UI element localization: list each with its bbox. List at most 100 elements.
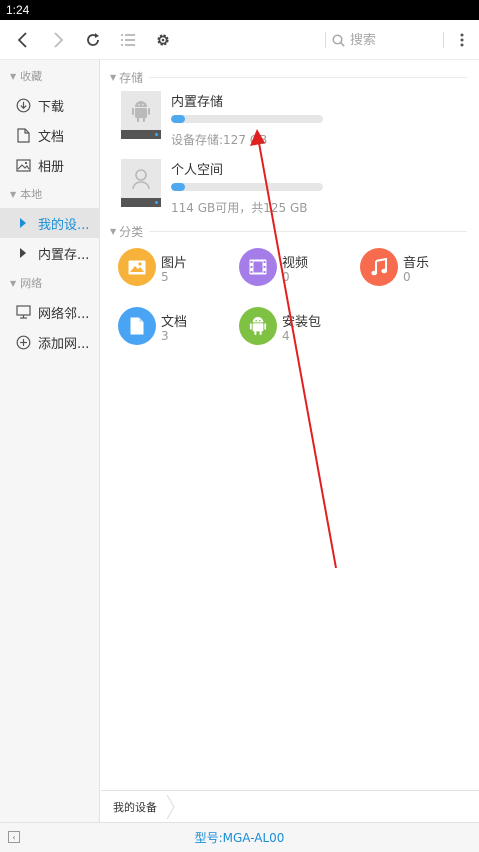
search-icon <box>332 33 345 47</box>
sidebar-item-internal-storage[interactable]: 内置存... <box>0 238 100 268</box>
storage-progress-bar <box>171 183 323 191</box>
list-view-button[interactable] <box>113 20 143 60</box>
storage-thumbnail <box>121 159 161 207</box>
category-circle <box>118 248 156 286</box>
breadcrumb: 我的设备 <box>101 790 479 822</box>
category-label: 图片 <box>161 256 188 271</box>
category-music[interactable]: 音乐 0 <box>360 248 470 292</box>
forward-button[interactable] <box>43 20 73 60</box>
monitor-icon <box>15 304 31 320</box>
section-divider <box>149 77 467 78</box>
storage-item-internal[interactable]: 内置存储 设备存储:127 GB <box>121 91 331 155</box>
refresh-button[interactable] <box>78 20 108 60</box>
sidebar-item-label: 相册 <box>38 159 65 175</box>
gear-icon <box>157 34 169 46</box>
category-count: 0 <box>282 270 290 284</box>
sidebar-item-label: 下载 <box>38 99 65 115</box>
sidebar-item-add-network[interactable]: 添加网... <box>0 327 100 357</box>
sidebar: ▼ 收藏 下载 文档 相册 ▼ 本地 我的设... 内置存... ▼ 网络 网络… <box>0 60 100 822</box>
triangle-down-icon: ▼ <box>110 72 117 82</box>
category-circle <box>239 248 277 286</box>
storage-thumbnail <box>121 91 161 139</box>
toolbar <box>0 20 479 60</box>
category-count: 5 <box>161 270 169 284</box>
sidebar-item-label: 内置存... <box>38 247 90 263</box>
storage-item-personal-space[interactable]: 个人空间 114 GB可用，共125 GB <box>121 159 331 223</box>
storage-title: 个人空间 <box>171 163 224 178</box>
triangle-down-icon: ▼ <box>10 71 17 81</box>
chevron-right-icon <box>54 32 64 48</box>
category-videos[interactable]: 视频 0 <box>239 248 349 292</box>
storage-subtitle: 114 GB可用，共125 GB <box>171 201 308 215</box>
bottom-bar: 型号:MGA-AL00 ‹ <box>0 822 479 852</box>
category-label: 视频 <box>282 256 309 271</box>
sidebar-section-local[interactable]: ▼ 本地 <box>0 184 42 204</box>
triangle-right-icon <box>15 245 31 261</box>
sidebar-section-label: 收藏 <box>20 70 43 83</box>
music-note-icon <box>371 258 387 276</box>
category-pictures[interactable]: 图片 5 <box>118 248 228 292</box>
main-content: ▼ 存储 内置存储 设备存储:127 GB 个人空间 114 GB可用，共125… <box>101 60 479 790</box>
refresh-icon <box>87 33 99 46</box>
category-count: 0 <box>403 270 411 284</box>
category-install-packages[interactable]: 安装包 4 <box>239 307 349 351</box>
storage-progress-bar <box>171 115 323 123</box>
category-documents[interactable]: 文档 3 <box>118 307 228 351</box>
storage-progress-fill <box>171 183 185 191</box>
section-header-storage: ▼ 存储 <box>110 69 143 85</box>
collapse-sidebar-button[interactable]: ‹ <box>8 831 20 843</box>
device-model-label: 型号:MGA-AL00 <box>194 831 285 845</box>
picture-icon <box>128 260 146 274</box>
sidebar-section-label: 本地 <box>20 188 43 201</box>
sidebar-section-label: 网络 <box>20 277 43 290</box>
sidebar-item-documents[interactable]: 文档 <box>0 120 100 150</box>
category-label: 文档 <box>161 315 188 330</box>
settings-button[interactable] <box>148 20 178 60</box>
chevron-left-icon <box>17 32 27 48</box>
triangle-right-icon <box>15 215 31 231</box>
status-time: 1:24 <box>6 3 30 17</box>
storage-subtitle: 设备存储:127 GB <box>171 133 268 147</box>
category-circle <box>118 307 156 345</box>
triangle-down-icon: ▼ <box>10 278 17 288</box>
add-circle-icon <box>15 334 31 350</box>
film-icon <box>249 259 267 275</box>
more-button[interactable] <box>447 20 477 60</box>
sidebar-section-favorites[interactable]: ▼ 收藏 <box>0 66 42 86</box>
search-input[interactable] <box>350 32 430 48</box>
category-count: 4 <box>282 329 290 343</box>
section-label: 分类 <box>119 224 144 239</box>
search-box[interactable] <box>332 20 437 60</box>
sidebar-item-label: 我的设... <box>38 217 90 233</box>
more-vertical-icon <box>460 33 464 47</box>
triangle-down-icon: ▼ <box>110 226 117 236</box>
person-icon <box>132 169 150 190</box>
breadcrumb-item[interactable]: 我的设备 <box>101 791 169 822</box>
triangle-down-icon: ▼ <box>10 189 17 199</box>
sidebar-item-downloads[interactable]: 下载 <box>0 90 100 120</box>
storage-progress-fill <box>171 115 185 123</box>
sidebar-section-network[interactable]: ▼ 网络 <box>0 273 42 293</box>
breadcrumb-separator-icon <box>167 795 175 819</box>
sidebar-item-network-neighborhood[interactable]: 网络邻... <box>0 297 100 327</box>
status-bar: 1:24 <box>0 0 479 20</box>
storage-title: 内置存储 <box>171 95 224 110</box>
collapse-left-icon: ‹ <box>12 832 16 842</box>
category-label: 安装包 <box>282 315 322 330</box>
image-icon <box>15 157 31 173</box>
section-divider <box>149 231 467 232</box>
sidebar-item-my-device[interactable]: 我的设... <box>0 208 100 238</box>
download-icon <box>15 97 31 113</box>
category-circle <box>239 307 277 345</box>
sidebar-item-album[interactable]: 相册 <box>0 150 100 180</box>
category-count: 3 <box>161 329 169 343</box>
category-label: 音乐 <box>403 256 430 271</box>
toolbar-divider <box>325 32 326 48</box>
document-icon <box>130 317 144 335</box>
document-icon <box>15 127 31 143</box>
android-icon <box>249 317 267 335</box>
drive-led <box>155 201 158 204</box>
back-button[interactable] <box>8 20 38 60</box>
sidebar-item-label: 添加网... <box>38 336 90 352</box>
category-circle <box>360 248 398 286</box>
